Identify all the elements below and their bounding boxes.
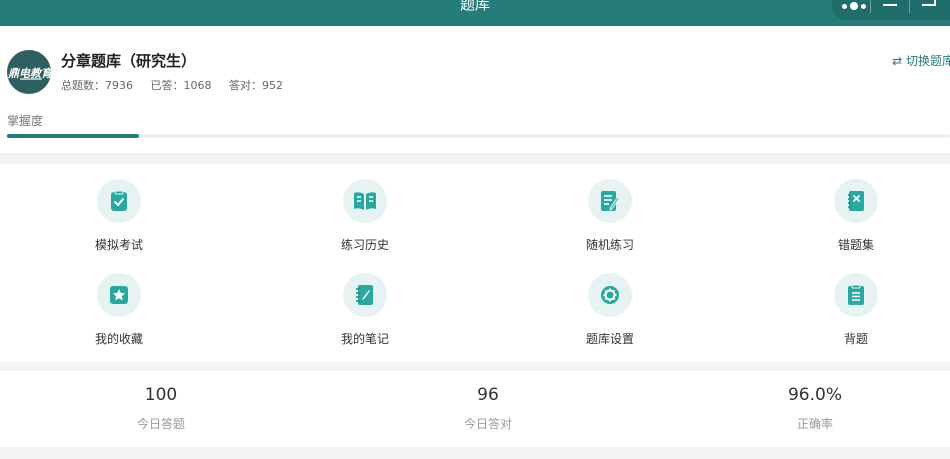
stat-label: 今日答题: [136, 417, 185, 431]
top-bar: 题库: [0, 0, 950, 26]
close-button[interactable]: [910, 0, 948, 20]
grid-item-practice-history[interactable]: 练习历史: [305, 179, 425, 259]
stat-value: 96: [477, 385, 499, 405]
stat-label: 今日答对: [463, 417, 512, 431]
exit-icon: [922, 0, 936, 6]
stat-label: 正确率: [796, 417, 833, 431]
mastery-progress: [7, 134, 950, 138]
answered-count: 已答：1068: [150, 79, 212, 92]
correct-count: 答对：952: [229, 79, 283, 92]
grid-item-favorites[interactable]: 我的收藏: [59, 273, 179, 353]
function-grid: 模拟考试 练习历史 随机练习 错题集 我的收藏 我的笔记 题库设置 背题: [0, 164, 950, 362]
minimize-icon: [883, 4, 897, 6]
grid-label: 我的收藏: [94, 332, 143, 346]
bank-header: 鼎电教育 分章题库（研究生） 总题数：7936 已答：1068 答对：952 ⇄…: [0, 26, 950, 153]
today-stats: 100 今日答题 96 今日答对 96.0% 正确率: [0, 371, 950, 447]
more-button[interactable]: [832, 0, 870, 20]
book-icon: [343, 179, 387, 223]
grid-label: 背题: [843, 332, 868, 346]
stat-today-answered: 100 今日答题: [3, 371, 319, 432]
page-title: 题库: [459, 0, 490, 13]
bank-logo: 鼎电教育: [7, 50, 51, 94]
mastery-progress-fill: [7, 134, 140, 138]
wrong-notebook-icon: [834, 179, 878, 223]
grid-label: 随机练习: [585, 238, 634, 252]
random-practice-icon: [588, 179, 632, 223]
mastery-label: 掌握度: [7, 114, 44, 128]
exam-icon: [97, 179, 141, 223]
stat-value: 96.0%: [787, 385, 842, 405]
total-count: 总题数：7936: [61, 79, 133, 92]
stat-today-correct: 96 今日答对: [330, 371, 646, 432]
grid-label: 错题集: [837, 238, 874, 252]
grid-label: 题库设置: [585, 332, 634, 346]
recite-icon: [834, 273, 878, 317]
stat-accuracy: 96.0% 正确率: [657, 371, 950, 432]
grid-label: 模拟考试: [94, 238, 143, 252]
grid-item-wrong-questions[interactable]: 错题集: [796, 179, 916, 259]
window-capsule: [832, 0, 950, 20]
grid-item-bank-settings[interactable]: 题库设置: [550, 273, 670, 353]
grid-item-mock-exam[interactable]: 模拟考试: [59, 179, 179, 259]
bank-title: 分章题库（研究生）: [61, 52, 197, 70]
star-icon: [97, 273, 141, 317]
grid-item-my-notes[interactable]: 我的笔记: [305, 273, 425, 353]
grid-item-random-practice[interactable]: 随机练习: [550, 179, 670, 259]
grid-item-recite[interactable]: 背题: [796, 273, 916, 353]
grid-label: 练习历史: [340, 238, 389, 252]
minimize-button[interactable]: [871, 0, 909, 20]
switch-bank-button[interactable]: ⇄ 切换题库: [892, 52, 950, 69]
note-icon: [343, 273, 387, 317]
gear-icon: [588, 273, 632, 317]
bank-stats: 总题数：7936 已答：1068 答对：952: [61, 77, 297, 93]
grid-label: 我的笔记: [340, 332, 389, 346]
stat-value: 100: [144, 385, 178, 405]
